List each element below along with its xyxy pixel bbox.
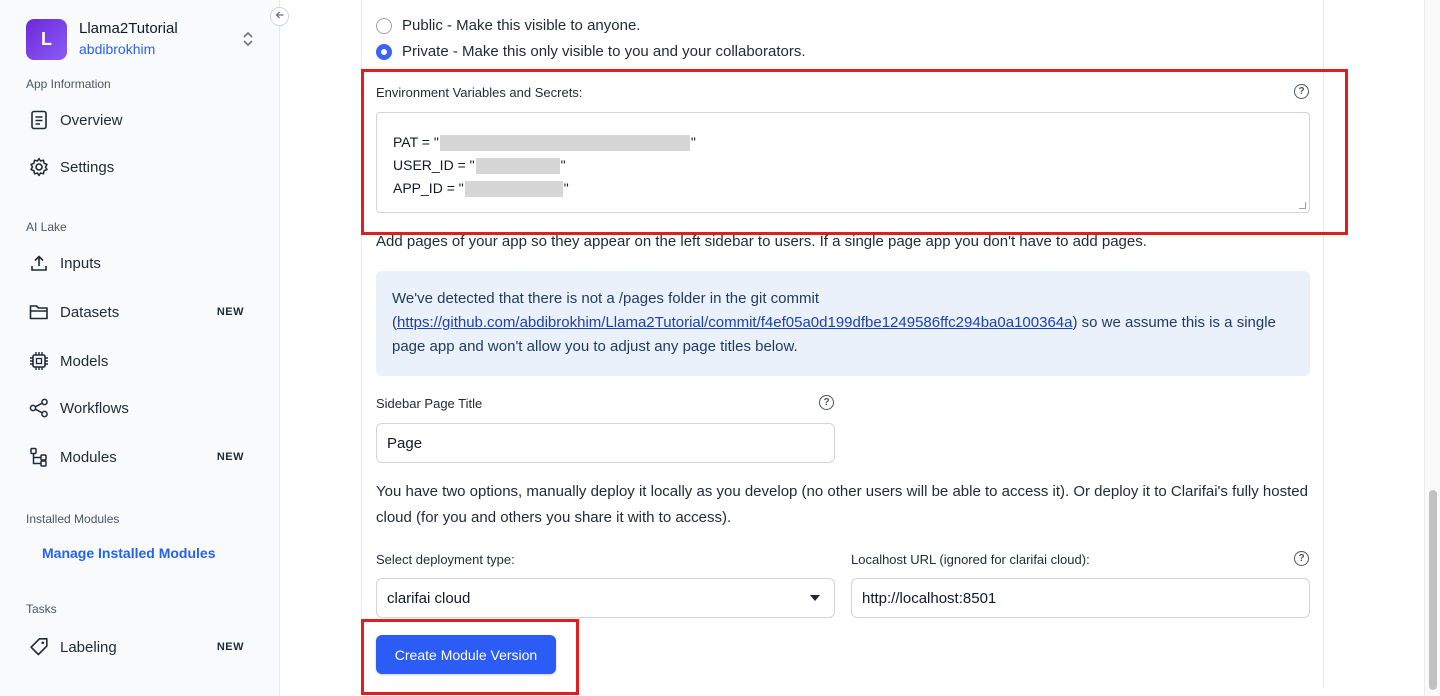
app-name: Llama2Tutorial <box>79 20 178 37</box>
new-badge: NEW <box>216 641 244 653</box>
sidebar-item-workflows[interactable]: Workflows <box>26 393 254 423</box>
chip-icon <box>26 350 52 372</box>
arrow-left-icon <box>275 10 285 23</box>
highlight-box-env <box>361 69 1348 235</box>
main-content: Public - Make this visible to anyone. Pr… <box>280 0 1424 696</box>
public-radio[interactable] <box>376 17 392 34</box>
section-title-ai-lake: AI Lake <box>26 220 67 234</box>
app-switcher[interactable]: L Llama2Tutorial abdibrokhim <box>26 18 256 60</box>
help-icon[interactable]: ? <box>1294 551 1309 566</box>
document-icon <box>26 109 52 131</box>
sidebar-item-label: Datasets <box>60 303 120 321</box>
localhost-url-label: Localhost URL (ignored for clarifai clou… <box>851 552 1090 567</box>
sidebar-item-label: Settings <box>60 158 115 176</box>
private-radio-label: Private - Make this only visible to you … <box>402 43 806 60</box>
visibility-public-option[interactable]: Public - Make this visible to anyone. <box>376 17 640 34</box>
pages-info-box: We've detected that there is not a /page… <box>376 271 1310 376</box>
upload-icon <box>26 252 52 274</box>
share-icon <box>26 397 52 419</box>
sidebar-item-labeling[interactable]: Labeling NEW <box>26 632 254 662</box>
tree-icon <box>26 446 52 468</box>
sidebar-item-label: Models <box>60 352 109 370</box>
sidebar-page-title-label: Sidebar Page Title <box>376 396 483 411</box>
sidebar-item-models[interactable]: Models <box>26 346 254 376</box>
sidebar-item-label: Overview <box>60 111 123 129</box>
help-icon[interactable]: ? <box>819 395 834 410</box>
public-radio-label: Public - Make this visible to anyone. <box>402 17 641 34</box>
sidebar-item-overview[interactable]: Overview <box>26 105 254 135</box>
new-badge: NEW <box>216 306 244 318</box>
pages-description: Add pages of your app so they appear on … <box>376 233 1147 250</box>
sidebar-item-inputs[interactable]: Inputs <box>26 248 254 278</box>
visibility-private-option[interactable]: Private - Make this only visible to you … <box>376 43 806 60</box>
chevron-up-down-icon[interactable] <box>240 28 256 50</box>
sidebar-item-modules[interactable]: Modules NEW <box>26 442 254 472</box>
app-logo: L <box>26 18 67 60</box>
gear-icon <box>26 156 52 178</box>
private-radio[interactable] <box>376 43 392 60</box>
sidebar-item-label: Inputs <box>60 254 101 272</box>
deployment-type-select[interactable]: clarifai cloud <box>376 578 835 618</box>
section-title-app-information: App Information <box>26 77 111 91</box>
deployment-type-label: Select deployment type: <box>376 552 515 567</box>
deployment-type-value: clarifai cloud <box>387 589 471 607</box>
scrollbar[interactable] <box>1424 0 1440 696</box>
sidebar-page-title-input[interactable]: Page <box>376 423 835 463</box>
deploy-description: You have two options, manually deploy it… <box>376 483 1308 526</box>
commit-link[interactable]: https://github.com/abdibrokhim/Llama2Tut… <box>397 314 1072 331</box>
app-owner-link[interactable]: abdibrokhim <box>79 39 240 59</box>
section-title-installed-modules: Installed Modules <box>26 512 120 526</box>
new-badge: NEW <box>216 451 244 463</box>
collapse-sidebar-button[interactable] <box>270 7 289 26</box>
tag-icon <box>26 636 52 658</box>
sidebar-item-label: Workflows <box>60 399 129 417</box>
sidebar-item-label: Labeling <box>60 638 117 656</box>
sidebar-item-label: Modules <box>60 448 117 466</box>
sidebar-item-settings[interactable]: Settings <box>26 152 254 182</box>
manage-installed-modules-link[interactable]: Manage Installed Modules <box>42 545 215 561</box>
localhost-url-input[interactable]: http://localhost:8501 <box>851 578 1310 618</box>
sidebar: L Llama2Tutorial abdibrokhim App Informa… <box>0 0 280 696</box>
chevron-down-icon <box>810 595 820 601</box>
section-title-tasks: Tasks <box>26 602 57 616</box>
folder-icon <box>26 301 52 323</box>
scrollbar-thumb[interactable] <box>1429 490 1437 690</box>
highlight-box-submit <box>361 619 579 695</box>
sidebar-item-datasets[interactable]: Datasets NEW <box>26 297 254 327</box>
